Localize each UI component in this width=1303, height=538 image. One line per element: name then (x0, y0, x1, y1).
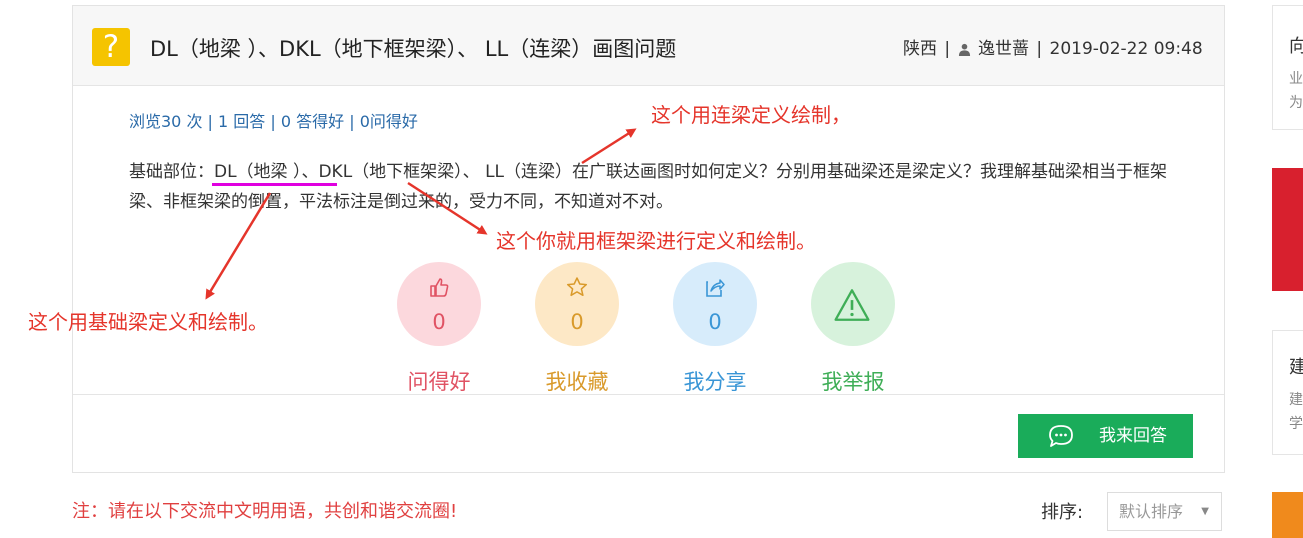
sidebar-card[interactable]: 向 业 为 (1272, 5, 1303, 130)
sidebar-banner-image[interactable] (1272, 168, 1303, 291)
sidebar-card-text: 业 (1289, 71, 1303, 87)
annotation-arrows (205, 128, 637, 300)
sidebar-card-title: 建 (1289, 353, 1303, 379)
sidebar-card-text: 建 (1289, 392, 1303, 408)
arrow-to-dkl (407, 181, 488, 235)
annotation-dl: 这个用基础梁定义和绘制。 (28, 310, 268, 334)
arrow-to-ll (581, 128, 637, 165)
sidebar-card-text: 为 (1289, 95, 1303, 111)
sidebar-banner-image[interactable] (1272, 492, 1303, 538)
sidebar-card[interactable]: 建 建 学 (1272, 330, 1303, 455)
sidebar-card-title: 向 (1289, 32, 1303, 58)
sidebar-card-text: 学 (1289, 416, 1303, 432)
annotation-dkl: 这个你就用框架梁进行定义和绘制。 (496, 229, 816, 253)
annotation-ll: 这个用连梁定义绘制， (651, 103, 851, 127)
arrow-to-dl (205, 192, 272, 300)
